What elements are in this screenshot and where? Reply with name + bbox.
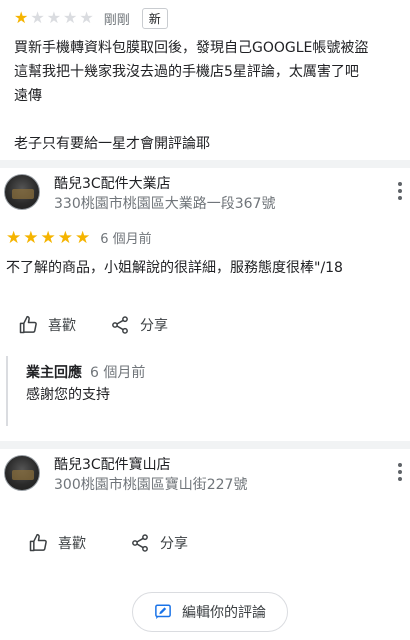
business-address: 300桃園市桃園區寶山街227號 — [54, 477, 248, 493]
business-header[interactable]: 酷兒3C配件大業店 330桃園市桃園區大業路一段367號 — [4, 174, 275, 214]
star-icon: ★ — [63, 8, 78, 27]
review-actions: 喜歡 分享 — [18, 315, 168, 335]
business-address: 330桃園市桃園區大業路一段367號 — [54, 196, 276, 212]
my-review-stars: ★ ★ ★ ★ ★ — [14, 10, 94, 26]
my-review-meta: ★ ★ ★ ★ ★ 剛剛 新 — [14, 7, 168, 29]
thumb-up-icon — [29, 533, 47, 552]
share-button[interactable]: 分享 — [130, 533, 188, 553]
new-badge: 新 — [141, 7, 168, 29]
review-stars: ★ ★ ★ ★ ★ — [6, 227, 91, 248]
business-avatar — [4, 174, 40, 210]
review-text: 不了解的商品，小姐解說的很詳細，服務態度很棒"/18 — [6, 260, 343, 276]
review-time: 6 個月前 — [100, 232, 152, 247]
review-card: 酷兒3C配件寶山店 300桃園市桃園區寶山街227號 — [0, 449, 410, 500]
star-icon: ★ — [14, 8, 29, 27]
share-label: 分享 — [160, 536, 188, 552]
share-label: 分享 — [140, 318, 168, 334]
share-icon — [112, 316, 128, 334]
share-icon — [132, 534, 148, 552]
my-review-time: 剛剛 — [103, 12, 130, 28]
my-review-text: 買新手機轉資料包膜取回後，發現自己GOOGLE帳號被盜 這幫我把十幾家我沒去過的… — [14, 40, 369, 152]
like-button[interactable]: 喜歡 — [18, 315, 76, 335]
business-header[interactable]: 酷兒3C配件寶山店 300桃園市桃園區寶山街227號 — [4, 455, 247, 495]
edit-review-label: 編輯你的評論 — [182, 605, 266, 621]
edit-review-icon — [155, 604, 171, 620]
review-card: 酷兒3C配件大業店 330桃園市桃園區大業路一段367號 ★ ★ ★ ★ ★ 6 個月前… — [0, 168, 410, 441]
star-icon: ★ — [30, 8, 45, 27]
owner-reply-header: 業主回應 6 個月前 — [26, 362, 386, 384]
more-vert-icon[interactable] — [398, 182, 402, 200]
star-icon: ★ — [79, 8, 94, 27]
bottom-actions: 喜歡 分享 — [28, 533, 188, 553]
owner-reply-text: 感謝您的支持 — [26, 387, 110, 403]
star-icon: ★ — [46, 8, 62, 27]
star-icon: ★ — [23, 227, 39, 248]
like-label: 喜歡 — [58, 536, 86, 552]
owner-reply-time: 6 個月前 — [90, 365, 146, 381]
edit-review-button[interactable]: 編輯你的評論 — [132, 592, 288, 632]
star-icon: ★ — [57, 227, 73, 248]
my-review: ★ ★ ★ ★ ★ 剛剛 新 買新手機轉資料包膜取回後，發現自己GOOGLE帳號被盜 這… — [0, 0, 410, 160]
share-button[interactable]: 分享 — [110, 315, 168, 335]
review-rating-row: ★ ★ ★ ★ ★ 6 個月前 — [6, 228, 152, 247]
reviews-list: 酷兒3C配件大業店 330桃園市桃園區大業路一段367號 ★ ★ ★ ★ ★ 6 個月前… — [0, 160, 410, 500]
star-icon: ★ — [75, 227, 91, 248]
business-name[interactable]: 酷兒3C配件大業店 — [54, 174, 275, 194]
thumb-up-icon — [19, 315, 37, 334]
owner-reply: 業主回應 6 個月前 感謝您的支持 — [6, 356, 386, 426]
more-vert-icon[interactable] — [398, 463, 402, 481]
like-button[interactable]: 喜歡 — [28, 533, 86, 553]
business-name[interactable]: 酷兒3C配件寶山店 — [54, 455, 247, 475]
like-label: 喜歡 — [48, 318, 76, 334]
star-icon: ★ — [6, 227, 22, 248]
star-icon: ★ — [40, 227, 56, 248]
owner-reply-title: 業主回應 — [26, 365, 82, 381]
business-avatar — [4, 455, 40, 491]
